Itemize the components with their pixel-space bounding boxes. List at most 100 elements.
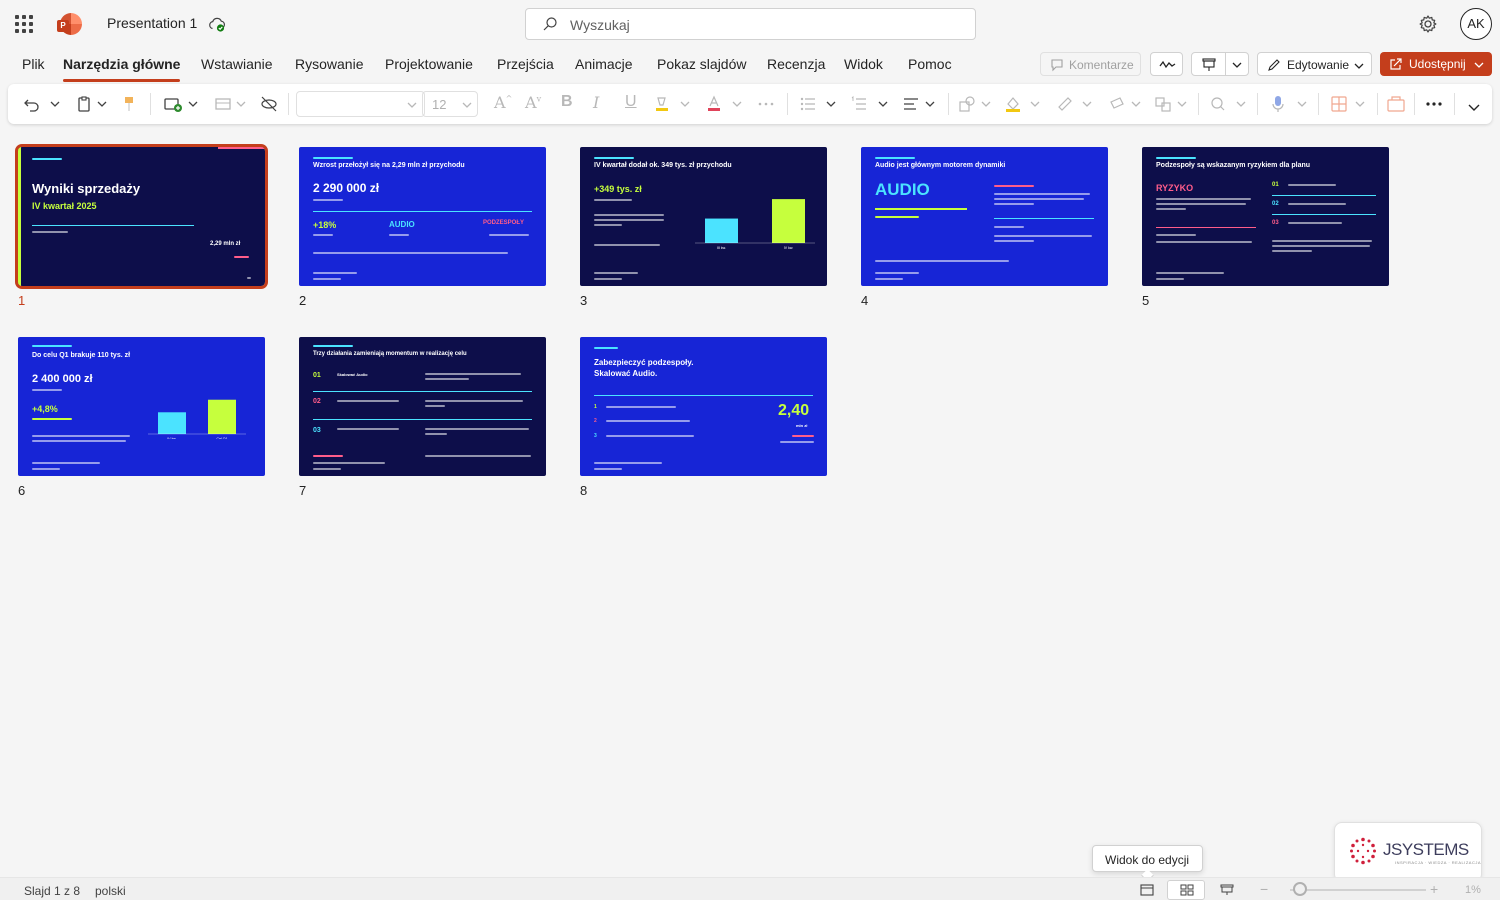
- arrange-icon[interactable]: [1154, 94, 1172, 114]
- chevron-down-icon[interactable]: [97, 94, 107, 114]
- zoom-slider[interactable]: [1290, 889, 1426, 891]
- present-button[interactable]: [1191, 52, 1249, 76]
- increase-font-icon[interactable]: A^: [494, 93, 512, 113]
- font-size-select[interactable]: 12: [422, 91, 478, 117]
- app-launcher-icon[interactable]: [14, 14, 34, 34]
- tab-file[interactable]: Plik: [22, 56, 45, 72]
- chevron-down-icon[interactable]: [1131, 94, 1141, 114]
- numbering-icon[interactable]: [851, 94, 867, 114]
- chevron-down-icon[interactable]: [1297, 94, 1307, 114]
- document-title[interactable]: Presentation 1: [107, 15, 197, 31]
- chevron-down-icon[interactable]: [1355, 94, 1365, 114]
- slide-3-bar-chart: III kw. IV kw.: [695, 199, 815, 250]
- slide-thumbnail-7[interactable]: Trzy działania zamieniają momentum w rea…: [299, 337, 546, 476]
- shape-outline-icon[interactable]: [1056, 94, 1074, 114]
- layout-icon[interactable]: [215, 94, 231, 114]
- chevron-down-icon[interactable]: [1177, 94, 1187, 114]
- slide-thumbnail-2[interactable]: Wzrost przełożył się na 2,29 mln zł przy…: [299, 147, 546, 286]
- slide-thumbnail-1[interactable]: Wyniki sprzedaży IV kwartał 2025 2,29 ml…: [15, 144, 268, 289]
- chevron-down-icon[interactable]: [925, 94, 935, 114]
- slide-thumbnail-6[interactable]: Do celu Q1 brakuje 110 tys. zł 2 400 000…: [18, 337, 265, 476]
- slide-5-title: Podzespoły są wskazanym ryzykiem dla pla…: [1156, 162, 1311, 169]
- font-family-select[interactable]: [296, 91, 425, 117]
- catch-up-button[interactable]: [1150, 52, 1183, 76]
- slide-number-2: 2: [299, 293, 307, 308]
- cloud-saved-icon[interactable]: [208, 15, 226, 33]
- tab-transitions[interactable]: Przejścia: [497, 56, 554, 72]
- format-painter-icon[interactable]: [122, 94, 136, 114]
- find-icon[interactable]: [1210, 94, 1226, 114]
- tab-animations[interactable]: Animacje: [575, 56, 633, 72]
- tab-home[interactable]: Narzędzia główne: [63, 56, 181, 82]
- chevron-down-icon[interactable]: [680, 94, 690, 114]
- slide-sorter-view-button[interactable]: [1167, 880, 1205, 900]
- copilot-slides-icon[interactable]: [1386, 94, 1406, 114]
- new-slide-icon[interactable]: [163, 94, 183, 114]
- settings-gear-icon[interactable]: [1418, 14, 1438, 34]
- tab-review[interactable]: Recenzja: [767, 56, 825, 72]
- slide-thumbnail-8[interactable]: Zabezpieczyć podzespoły. Skalować Audio.…: [580, 337, 827, 476]
- slide-thumbnail-3[interactable]: IV kwartał dodał ok. 349 tys. zł przycho…: [580, 147, 827, 286]
- slide-thumbnail-5[interactable]: Podzespoły są wskazanym ryzykiem dla pla…: [1142, 147, 1389, 286]
- shape-effects-icon[interactable]: [1108, 94, 1126, 114]
- hide-slide-icon[interactable]: [260, 94, 278, 114]
- chevron-down-icon[interactable]: [50, 94, 60, 114]
- font-color-icon[interactable]: [706, 94, 722, 114]
- slide-counter: Slajd 1 z 8: [24, 884, 81, 898]
- search-box[interactable]: [525, 8, 976, 40]
- chevron-down-icon[interactable]: [1030, 94, 1040, 114]
- shapes-icon[interactable]: [958, 94, 976, 114]
- powerpoint-logo-icon[interactable]: [57, 13, 82, 35]
- tab-draw[interactable]: Rysowanie: [295, 56, 363, 72]
- chevron-down-icon[interactable]: [878, 94, 888, 114]
- user-avatar[interactable]: AK: [1460, 8, 1492, 40]
- chevron-down-icon[interactable]: [1082, 94, 1092, 114]
- zoom-in-button[interactable]: +: [1430, 881, 1438, 897]
- expand-ribbon-icon[interactable]: [1468, 98, 1480, 118]
- comments-button[interactable]: Komentarze: [1040, 52, 1141, 76]
- italic-icon[interactable]: I: [593, 93, 599, 113]
- decrease-font-icon[interactable]: Av: [525, 93, 541, 113]
- slide-5-big-label: RYZYKO: [1156, 183, 1194, 193]
- normal-view-button[interactable]: [1128, 880, 1166, 900]
- search-input[interactable]: [570, 15, 950, 35]
- chevron-down-icon[interactable]: [236, 94, 246, 114]
- align-icon[interactable]: [903, 94, 919, 114]
- slide-2-label-audio: AUDIO: [389, 220, 415, 229]
- tab-insert[interactable]: Wstawianie: [201, 56, 273, 72]
- underline-icon[interactable]: U: [625, 93, 637, 113]
- zoom-level[interactable]: 1%: [1465, 884, 1481, 896]
- chevron-down-icon[interactable]: [1236, 94, 1246, 114]
- chevron-down-icon[interactable]: [826, 94, 836, 114]
- undo-icon[interactable]: [24, 94, 40, 114]
- presenter-view-button[interactable]: [1208, 880, 1246, 900]
- more-options-icon[interactable]: [757, 94, 775, 114]
- chevron-down-icon[interactable]: [1232, 60, 1242, 70]
- chevron-down-icon[interactable]: [981, 94, 991, 114]
- language-indicator[interactable]: polski: [95, 884, 126, 898]
- slide-number-6: 6: [18, 483, 26, 498]
- designer-icon[interactable]: [1330, 94, 1348, 114]
- tab-design[interactable]: Projektowanie: [385, 56, 473, 72]
- bold-icon[interactable]: B: [561, 93, 573, 113]
- zoom-out-button[interactable]: −: [1260, 881, 1268, 897]
- dictate-microphone-icon[interactable]: [1270, 94, 1286, 114]
- highlight-icon[interactable]: [653, 94, 671, 114]
- zoom-slider-thumb[interactable]: [1293, 882, 1307, 896]
- chevron-down-icon[interactable]: [188, 94, 198, 114]
- share-button[interactable]: Udostępnij: [1380, 52, 1492, 76]
- chevron-down-icon[interactable]: [732, 94, 742, 114]
- paste-icon[interactable]: [76, 94, 92, 114]
- comment-icon: [1051, 59, 1063, 72]
- tab-help[interactable]: Pomoc: [908, 56, 952, 72]
- bullets-icon[interactable]: [800, 94, 816, 114]
- more-commands-icon[interactable]: [1424, 94, 1444, 114]
- tab-slideshow[interactable]: Pokaz slajdów: [657, 56, 747, 72]
- tab-view[interactable]: Widok: [844, 56, 883, 72]
- slide-7-item-2: 02: [313, 398, 321, 405]
- shape-fill-icon[interactable]: [1004, 94, 1022, 114]
- slide-thumbnail-4[interactable]: Audio jest głównym motorem dynamiki AUDI…: [861, 147, 1108, 286]
- slide-number-3: 3: [580, 293, 588, 308]
- editing-mode-button[interactable]: Edytowanie: [1257, 52, 1372, 76]
- slide-number-5: 5: [1142, 293, 1150, 308]
